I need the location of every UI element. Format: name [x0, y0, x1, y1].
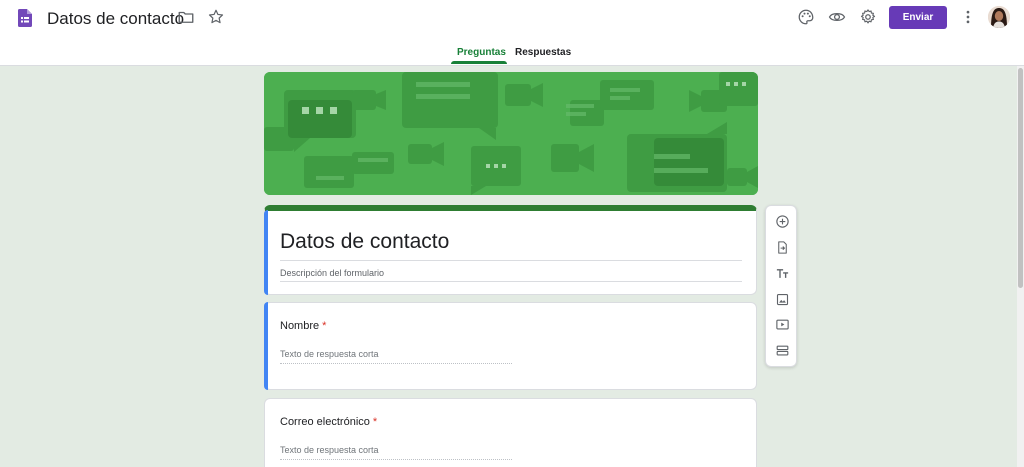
- question-card-email[interactable]: Correo electrónico * Texto de respuesta c…: [264, 398, 757, 467]
- form-header-banner: [264, 72, 758, 195]
- question-title-text: Nombre: [280, 320, 320, 332]
- video-icon[interactable]: [772, 314, 792, 334]
- question-title-text: Correo electrónico: [280, 416, 370, 428]
- eye-icon[interactable]: [826, 6, 848, 28]
- scrollbar-thumb[interactable]: [1018, 68, 1023, 288]
- chat-pattern-illustration: [264, 72, 758, 195]
- form-title-card: Datos de contacto Descripción del formul…: [264, 205, 757, 295]
- gear-icon[interactable]: [857, 6, 879, 28]
- import-icon[interactable]: [772, 237, 792, 257]
- required-asterisk: *: [322, 320, 327, 332]
- tab-responses[interactable]: Respuestas: [515, 47, 571, 58]
- app-header: Datos de contacto Enviar Preguntas Respu…: [0, 0, 1024, 66]
- form-description-field[interactable]: Descripción del formulario: [280, 268, 384, 278]
- active-card-indicator: [264, 302, 268, 390]
- active-card-indicator: [264, 210, 268, 295]
- folder-icon[interactable]: [175, 6, 197, 28]
- floating-toolbar: [765, 205, 797, 367]
- avatar[interactable]: [988, 6, 1010, 28]
- question-title[interactable]: Correo electrónico *: [280, 416, 377, 428]
- document-title[interactable]: Datos de contacto: [47, 9, 184, 29]
- section-icon[interactable]: [772, 340, 792, 360]
- form-title[interactable]: Datos de contacto: [280, 230, 449, 254]
- palette-icon[interactable]: [795, 6, 817, 28]
- image-icon[interactable]: [772, 289, 792, 309]
- more-vert-icon[interactable]: [957, 6, 979, 28]
- send-button[interactable]: Enviar: [889, 6, 947, 29]
- short-answer-underline: [280, 459, 512, 460]
- active-tab-indicator: [451, 61, 507, 64]
- tab-questions[interactable]: Preguntas: [457, 47, 506, 58]
- short-answer-placeholder: Texto de respuesta corta: [280, 349, 379, 359]
- question-title[interactable]: Nombre *: [280, 320, 326, 332]
- text-title-icon[interactable]: [772, 263, 792, 283]
- title-underline: [280, 260, 742, 261]
- description-underline: [280, 281, 742, 282]
- required-asterisk: *: [372, 416, 378, 428]
- tabs-bar: Preguntas Respuestas: [0, 44, 1024, 66]
- add-circle-icon[interactable]: [772, 211, 792, 231]
- forms-doc-icon[interactable]: [18, 9, 32, 27]
- star-icon[interactable]: [205, 6, 227, 28]
- short-answer-underline: [280, 363, 512, 364]
- short-answer-placeholder: Texto de respuesta corta: [280, 445, 379, 455]
- question-card-name[interactable]: Nombre * Texto de respuesta corta: [264, 302, 757, 390]
